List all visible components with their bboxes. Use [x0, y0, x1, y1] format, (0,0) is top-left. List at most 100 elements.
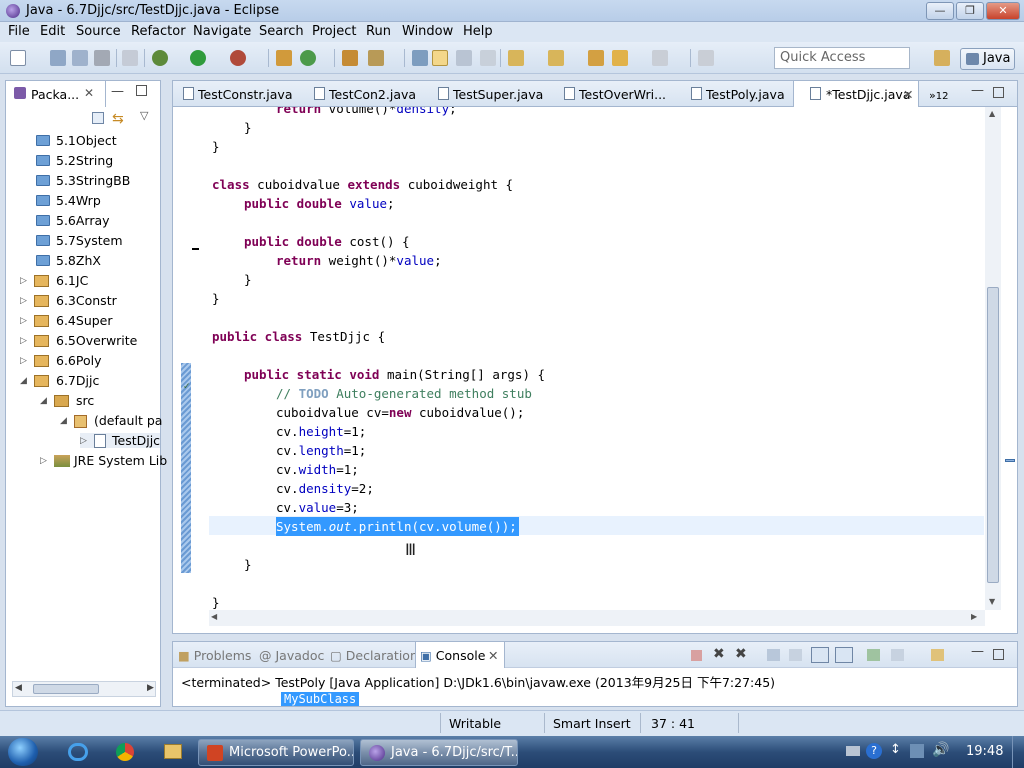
- package-explorer-hscrollbar[interactable]: ◀ ▶: [12, 681, 156, 697]
- package-explorer-tab[interactable]: Packa... ✕: [6, 81, 106, 107]
- tree-item-5.6Array[interactable]: 5.6Array: [36, 213, 110, 228]
- tree-item-6.1JC[interactable]: ▷ 6.1JC: [20, 273, 88, 288]
- expand-arrow-icon[interactable]: ▷: [20, 276, 27, 286]
- collapse-arrow-icon[interactable]: ◢: [20, 376, 27, 386]
- menu-refactor[interactable]: Refactor: [131, 24, 186, 39]
- external-tools-icon[interactable]: [230, 50, 246, 66]
- skip-breakpoints-icon[interactable]: [122, 50, 138, 66]
- menu-edit[interactable]: Edit: [40, 24, 65, 39]
- run-icon[interactable]: [190, 50, 206, 66]
- expand-arrow-icon[interactable]: ▷: [20, 316, 27, 326]
- tree-item-5.1Object[interactable]: 5.1Object: [36, 133, 117, 148]
- menu-help[interactable]: Help: [463, 24, 493, 39]
- chrome-icon[interactable]: [116, 743, 134, 761]
- scroll-up-icon[interactable]: ▲: [989, 109, 995, 118]
- menu-window[interactable]: Window: [402, 24, 453, 39]
- menu-file[interactable]: File: [8, 24, 30, 39]
- open-console-icon[interactable]: [931, 649, 944, 661]
- expand-arrow-icon[interactable]: ▷: [20, 296, 27, 306]
- new-java-project-icon[interactable]: [276, 50, 292, 66]
- tree-item-6.6Poly[interactable]: ▷ 6.6Poly: [20, 353, 102, 368]
- keyboard-icon[interactable]: [846, 746, 860, 756]
- editor-hscrollbar[interactable]: ◀ ▶: [209, 610, 985, 626]
- forward-icon[interactable]: [652, 50, 668, 66]
- save-all-icon[interactable]: [72, 50, 88, 66]
- prev-annotation-icon[interactable]: [548, 50, 564, 66]
- open-type-icon[interactable]: [342, 50, 358, 66]
- overview-marker[interactable]: [1005, 459, 1015, 462]
- tab-TestOverWrite[interactable]: TestOverWri...: [564, 81, 666, 107]
- tree-item-6.4Super[interactable]: ▷ 6.4Super: [20, 313, 113, 328]
- last-edit-icon[interactable]: [588, 50, 604, 66]
- tree-item-5.3StringBB[interactable]: 5.3StringBB: [36, 173, 130, 188]
- show-on-error-icon[interactable]: [835, 647, 853, 663]
- tree-item-5.8ZhX[interactable]: 5.8ZhX: [36, 253, 101, 268]
- console-output[interactable]: MySubClass: [281, 692, 360, 706]
- open-perspective-icon[interactable]: [934, 50, 950, 66]
- restore-button[interactable]: ❐: [956, 2, 984, 20]
- scroll-right-icon[interactable]: ▶: [147, 683, 154, 693]
- view-menu-icon[interactable]: ▽: [140, 109, 148, 122]
- menu-search[interactable]: Search: [259, 24, 304, 39]
- close-button[interactable]: ✕: [986, 2, 1020, 20]
- scroll-left-icon[interactable]: ◀: [15, 683, 22, 693]
- menu-source[interactable]: Source: [76, 24, 121, 39]
- show-desktop-button[interactable]: [1012, 736, 1024, 768]
- block-selection-icon[interactable]: [456, 50, 472, 66]
- back-icon[interactable]: [612, 50, 628, 66]
- expand-arrow-icon[interactable]: ▷: [20, 356, 27, 366]
- minimize-editor-icon[interactable]: —: [971, 83, 984, 98]
- scroll-left-icon[interactable]: ◀: [211, 612, 217, 621]
- tab-TestConstr[interactable]: TestConstr.java: [183, 81, 292, 107]
- expand-arrow-icon[interactable]: ▷: [80, 436, 87, 446]
- scroll-down-icon[interactable]: ▼: [989, 597, 995, 606]
- pin-console-icon[interactable]: [867, 649, 880, 661]
- tree-item-TestDjjc[interactable]: ▷ TestDjjc: [80, 433, 161, 448]
- tab-problems[interactable]: ■ Problems: [178, 642, 251, 668]
- collapse-arrow-icon[interactable]: ◢: [60, 416, 67, 426]
- expand-arrow-icon[interactable]: ▷: [40, 456, 47, 466]
- minimize-button[interactable]: —: [926, 2, 954, 20]
- minimize-view-icon[interactable]: —: [111, 84, 124, 99]
- collapse-all-icon[interactable]: [92, 112, 104, 124]
- tree-item-5.2String[interactable]: 5.2String: [36, 153, 113, 168]
- maximize-view-icon[interactable]: [993, 649, 1004, 660]
- scroll-lock-icon[interactable]: [789, 649, 802, 661]
- pin-editor-icon[interactable]: [698, 50, 714, 66]
- minimize-view-icon[interactable]: —: [971, 644, 984, 659]
- java-perspective-button[interactable]: Java: [960, 48, 1015, 70]
- collapse-arrow-icon[interactable]: ◢: [40, 396, 47, 406]
- show-on-output-icon[interactable]: [811, 647, 829, 663]
- save-icon[interactable]: [50, 50, 66, 66]
- remove-all-icon[interactable]: ✖: [735, 646, 747, 662]
- maximize-view-icon[interactable]: [136, 85, 147, 96]
- scrollbar-thumb[interactable]: [987, 287, 999, 583]
- search-icon[interactable]: [368, 50, 384, 66]
- selected-code-line[interactable]: System.out.println(cv.volume());: [276, 517, 519, 536]
- tree-item-6.3Constr[interactable]: ▷ 6.3Constr: [20, 293, 117, 308]
- close-tab-icon[interactable]: ✕: [488, 648, 498, 663]
- scroll-right-icon[interactable]: ▶: [971, 612, 977, 621]
- print-icon[interactable]: [94, 50, 110, 66]
- menu-project[interactable]: Project: [312, 24, 356, 39]
- code-editor[interactable]: ⊜ ⊜ return volume()*density; } } class c…: [209, 107, 984, 610]
- maximize-editor-icon[interactable]: [993, 87, 1004, 98]
- next-annotation-icon[interactable]: [508, 50, 524, 66]
- ie-icon[interactable]: [68, 743, 88, 761]
- tab-TestCon2[interactable]: TestCon2.java: [314, 81, 416, 107]
- network-icon[interactable]: [910, 744, 924, 758]
- tree-item-6.7Djjc[interactable]: ◢ 6.7Djjc: [20, 373, 99, 388]
- debug-icon[interactable]: [152, 50, 168, 66]
- menu-navigate[interactable]: Navigate: [193, 24, 251, 39]
- taskbar-item-eclipse[interactable]: Java - 6.7Djjc/src/T...: [360, 739, 518, 766]
- show-hidden-icons[interactable]: ↕: [890, 742, 901, 757]
- highlight-icon[interactable]: [432, 50, 448, 66]
- terminate-icon[interactable]: [691, 650, 702, 661]
- quick-access-input[interactable]: Quick Access: [774, 47, 910, 69]
- volume-icon[interactable]: 🔊: [932, 742, 949, 758]
- clock[interactable]: 19:48: [966, 744, 1003, 759]
- menu-run[interactable]: Run: [366, 24, 391, 39]
- clear-console-icon[interactable]: [767, 649, 780, 661]
- new-class-icon[interactable]: [300, 50, 316, 66]
- tree-item-5.7System[interactable]: 5.7System: [36, 233, 123, 248]
